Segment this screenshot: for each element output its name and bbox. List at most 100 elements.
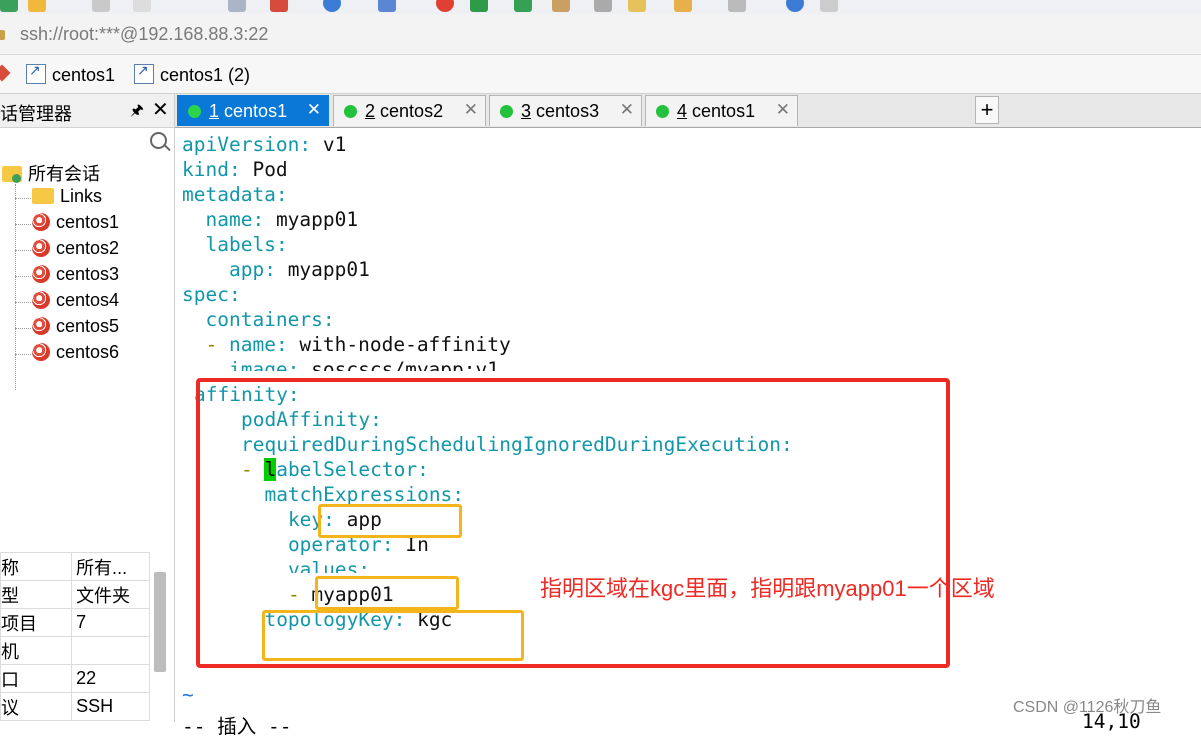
link-centos1[interactable]: centos1 [26,62,116,86]
tree-item-label: centos2 [56,238,120,258]
chat-icon[interactable] [820,0,838,12]
globe-icon[interactable] [323,0,341,12]
address-text[interactable]: ssh://root:***@192.168.88.3:22 [20,24,268,45]
tab-3-centos3[interactable]: 3 centos3 ✕ [489,95,642,126]
tree-item-label: centos1 [56,212,120,232]
script-icon[interactable] [552,0,570,12]
tree-connector [15,250,31,251]
keyboard-icon[interactable] [594,0,612,12]
tree-item-links[interactable]: Links [32,186,102,207]
address-bar[interactable]: ssh://root:***@192.168.88.3:22 [0,14,1201,55]
property-key: 议 [0,692,73,721]
transfer-icon[interactable] [514,0,532,12]
layout-icon[interactable] [728,0,746,12]
topology-highlight-box [262,610,524,661]
tree-item-label: centos5 [56,316,120,336]
tree-connector [15,224,31,225]
connected-status-icon [500,105,513,118]
tab-1-centos1[interactable]: 1 centos1 ✕ [177,95,329,126]
help-icon[interactable] [786,0,804,12]
yaml-line: containers: [205,308,335,331]
tree-item-label: centos3 [56,264,120,284]
link-label: centos1 (2) [160,65,251,85]
session-icon [32,291,50,309]
tree-root-all-sessions[interactable]: 所有会话 [2,160,100,186]
property-value: 7 [71,608,150,637]
yaml-line: metadata: [182,183,288,206]
tab-4-centos1[interactable]: 4 centos1 ✕ [645,95,798,126]
yaml-line: name: myapp01 [205,208,359,231]
tab-2-centos2[interactable]: 2 centos2 ✕ [333,95,486,126]
tree-connector [15,354,31,355]
tree-item-label: centos4 [56,290,120,310]
property-value: 文件夹 [71,580,150,609]
property-row: 型文件夹 [0,580,150,609]
xshell-icon[interactable] [436,0,454,12]
pin-icon[interactable]: 🖈 [130,100,144,125]
xftp-icon[interactable] [470,0,488,12]
values-highlight-box [315,576,459,610]
property-key: 机 [0,636,73,665]
session-icon [32,317,50,335]
toolbar [0,0,1201,14]
properties-scrollbar[interactable] [154,572,166,672]
tab-close-icon[interactable]: ✕ [464,100,478,120]
tab-label: 2 centos2 [365,101,444,121]
property-value: 所有... [71,552,150,581]
tree-item-label: Links [60,186,103,206]
tree-item-centos6[interactable]: centos6 [32,342,119,363]
print-icon[interactable] [270,0,288,12]
properties-table: 称所有... 型文件夹 项目 7 机 口 22 议 SSH [0,552,150,721]
yaml-line: app: myapp01 [228,258,370,281]
tree-item-centos5[interactable]: centos5 [32,316,119,337]
lock-icon [0,30,5,40]
property-row: 议 SSH [0,692,150,721]
tree-item-centos1[interactable]: centos1 [32,212,119,233]
disconnect-icon[interactable] [92,0,110,12]
find-icon[interactable] [228,0,246,12]
font-icon[interactable] [378,0,396,12]
tab-label: 3 centos3 [521,101,600,121]
session-icon [32,239,50,257]
connected-status-icon [344,105,357,118]
property-key: 口 [0,664,73,693]
tab-label: 4 centos1 [677,101,756,121]
link-centos1-2[interactable]: centos1 (2) [134,62,251,86]
property-value: 22 [71,664,150,693]
tab-label: 1 centos1 [209,101,288,121]
property-row: 口 22 [0,664,150,693]
property-row: 称所有... [0,552,150,581]
tree-item-label: centos6 [56,342,120,362]
tab-bar: 1 centos1 ✕ 2 centos2 ✕ 3 centos3 ✕ 4 ce… [175,94,1201,128]
search-icon[interactable] [150,132,167,149]
tree-connector [15,184,16,390]
property-row: 项目 7 [0,608,150,637]
tree-item-centos4[interactable]: centos4 [32,290,119,311]
new-icon[interactable] [0,0,18,12]
lock-screen-icon[interactable] [674,0,692,12]
session-manager-panel: 话管理器 🖈 ✕ 所有会话 Links centos1 centos2 cent… [0,94,175,722]
panel-header: 话管理器 🖈 ✕ [0,94,174,128]
open-folder-icon[interactable] [28,0,46,12]
tab-close-icon[interactable]: ✕ [620,100,634,120]
tree-item-centos2[interactable]: centos2 [32,238,119,259]
close-icon[interactable]: ✕ [152,97,169,122]
property-row: 机 [0,636,150,665]
yaml-line: kind: Pod [182,158,288,181]
property-key: 型 [0,580,73,609]
links-arrow-icon[interactable] [0,64,11,82]
link-label: centos1 [52,65,116,85]
new-tab-button[interactable]: + [975,96,999,124]
copy-icon[interactable] [133,0,151,12]
shortcut-icon [26,62,46,84]
vim-mode-indicator: -- 插入 -- [182,715,292,738]
links-bar: centos1 centos1 (2) [0,55,1201,94]
compose-icon[interactable] [628,0,646,12]
tab-close-icon[interactable]: ✕ [776,100,790,120]
yaml-line: apiVersion: v1 [182,133,347,156]
tree-connector [15,276,31,277]
tree-item-centos3[interactable]: centos3 [32,264,119,285]
tab-close-icon[interactable]: ✕ [307,100,321,120]
key-highlight-box [318,504,462,538]
property-value: SSH [71,692,150,721]
